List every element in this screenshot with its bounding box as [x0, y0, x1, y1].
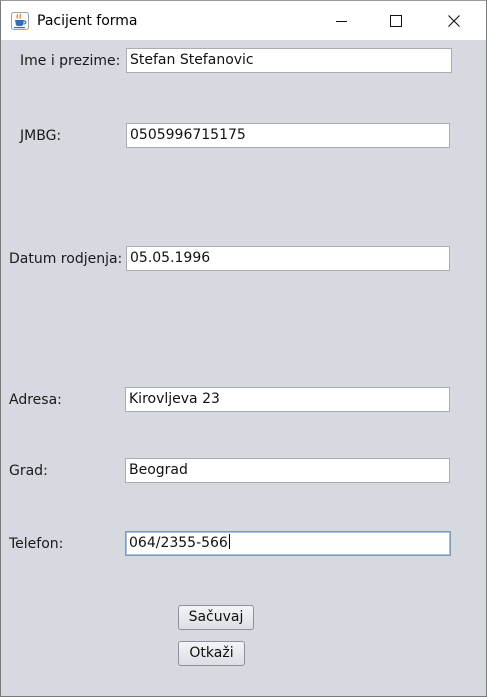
grad-field[interactable]: Beograd — [125, 458, 450, 483]
maximize-button[interactable] — [373, 1, 419, 40]
minimize-button[interactable] — [319, 1, 365, 40]
adresa-field[interactable]: Kirovljeva 23 — [125, 387, 450, 412]
jmbg-label: JMBG: — [20, 128, 62, 144]
jmbg-field[interactable]: 0505996715175 — [126, 123, 450, 148]
close-button[interactable] — [431, 1, 477, 40]
grad-label: Grad: — [9, 463, 48, 479]
adresa-label: Adresa: — [9, 392, 62, 408]
text-caret — [228, 534, 230, 549]
title-bar[interactable]: Pacijent forma — [1, 1, 486, 40]
ime-label: Ime i prezime: — [20, 53, 121, 69]
pacijent-form-window: Pacijent forma Ime i prezime: Stefan Ste… — [0, 0, 487, 697]
telefon-value: 064/2355-566 — [129, 535, 228, 551]
cancel-button[interactable]: Otkaži — [178, 641, 245, 666]
form-content: Ime i prezime: Stefan Stefanovic JMBG: 0… — [1, 40, 486, 696]
telefon-label: Telefon: — [9, 536, 64, 552]
minimize-icon — [336, 20, 347, 22]
maximize-icon — [390, 14, 402, 27]
java-coffee-cup-icon — [11, 12, 29, 30]
datum-rodjenja-label: Datum rodjenja: — [9, 251, 123, 267]
ime-prezime-field[interactable]: Stefan Stefanovic — [126, 48, 452, 73]
telefon-field[interactable]: 064/2355-566 — [125, 531, 451, 556]
datum-rodjenja-field[interactable]: 05.05.1996 — [126, 246, 450, 271]
window-title: Pacijent forma — [37, 13, 138, 29]
save-button[interactable]: Sačuvaj — [178, 605, 254, 630]
close-icon — [448, 14, 460, 27]
